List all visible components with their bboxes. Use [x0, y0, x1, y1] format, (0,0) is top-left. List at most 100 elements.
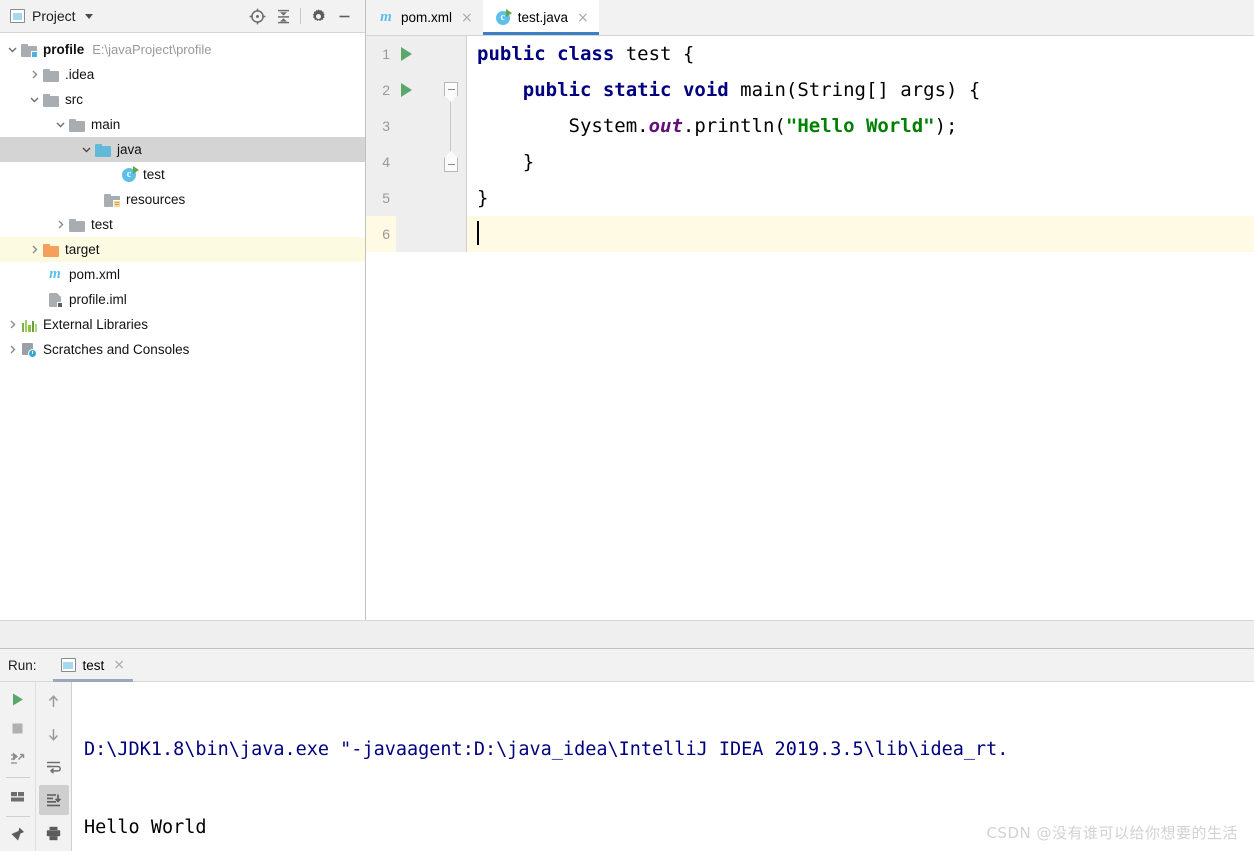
gutter-run-area[interactable] [396, 180, 436, 216]
line-number: 4 [366, 144, 396, 180]
static-field-out: out [648, 115, 683, 137]
line-number: 2 [366, 72, 396, 108]
keyword-public: public [477, 43, 546, 65]
fold-gutter[interactable] [436, 180, 467, 216]
tree-item-external-libraries[interactable]: External Libraries [0, 312, 365, 337]
arrow-down-icon[interactable] [39, 719, 69, 749]
folder-icon [43, 67, 60, 83]
project-window-icon [10, 9, 25, 23]
fold-collapse-icon[interactable] [444, 82, 458, 96]
tree-item-label: main [91, 117, 121, 132]
code-text: main(String[] args) { [728, 79, 981, 101]
module-folder-icon [21, 42, 38, 58]
tree-item-profile[interactable]: profile E:\javaProject\profile [0, 37, 365, 62]
tree-item-label: target [65, 242, 100, 257]
minimize-icon[interactable] [331, 4, 357, 28]
gutter-run-area[interactable] [396, 144, 436, 180]
code-text: .println( [682, 115, 786, 137]
locate-in-tree-icon[interactable] [244, 4, 270, 28]
run-tab-test[interactable]: test × [52, 649, 134, 682]
chevron-down-icon[interactable] [4, 44, 21, 55]
tree-item-target[interactable]: target [0, 237, 365, 262]
collapse-all-icon[interactable] [270, 4, 296, 28]
chevron-right-icon[interactable] [4, 319, 21, 330]
keyword-class: class [557, 43, 615, 65]
stop-icon[interactable] [3, 715, 33, 741]
code-row-3: 3 System.out.println("Hello World"); [366, 108, 1254, 144]
tree-item-test-class[interactable]: c test [0, 162, 365, 187]
chevron-right-icon[interactable] [4, 344, 21, 355]
gear-icon[interactable] [305, 4, 331, 28]
scroll-to-end-icon[interactable] [38, 785, 69, 815]
tree-item-main[interactable]: main [0, 112, 365, 137]
run-toolbar-left [0, 682, 36, 851]
tree-item-scratches-consoles[interactable]: Scratches and Consoles [0, 337, 365, 362]
tab-label: test.java [517, 10, 569, 25]
intellij-idea-window: Project profile E:\javaProject\profile .… [0, 0, 1254, 851]
tree-item-label: profile [43, 42, 85, 57]
keyword-public: public [522, 79, 592, 101]
project-header-buttons [244, 4, 357, 28]
tree-item-profile-iml[interactable]: profile.iml [0, 287, 365, 312]
project-tool-window: Project profile E:\javaProject\profile .… [0, 0, 366, 648]
code-text: } [477, 187, 489, 209]
tab-test-java[interactable]: c test.java × [482, 0, 599, 35]
close-icon[interactable]: × [461, 11, 473, 25]
chevron-down-icon[interactable] [52, 119, 69, 130]
tree-item-java[interactable]: java [0, 137, 365, 162]
gutter-run-area[interactable] [396, 72, 436, 108]
tree-item-pom-xml[interactable]: m pom.xml [0, 262, 365, 287]
pin-icon[interactable] [3, 822, 33, 848]
line-number: 6 [366, 216, 396, 252]
code-line-4: } [467, 144, 1254, 180]
tree-item-test-folder[interactable]: test [0, 212, 365, 237]
resume-icon[interactable] [3, 745, 33, 771]
chevron-down-icon[interactable] [26, 94, 43, 105]
chevron-down-icon[interactable] [84, 13, 93, 19]
project-panel-bottom-strip [0, 620, 366, 648]
tab-label: pom.xml [401, 10, 453, 25]
print-icon[interactable] [39, 818, 69, 848]
maven-icon: m [49, 265, 61, 282]
close-icon[interactable]: × [113, 658, 125, 672]
gutter-run-area[interactable] [396, 108, 436, 144]
editor-horizontal-scrollbar[interactable] [366, 620, 1254, 648]
line-number: 1 [366, 36, 396, 72]
tree-item-label: test [91, 217, 113, 232]
run-config-icon [60, 658, 76, 672]
editor-tabs-bar: m pom.xml × c test.java × [366, 0, 1254, 36]
arrow-up-icon[interactable] [39, 686, 69, 716]
gutter-run-area[interactable] [396, 36, 436, 72]
run-tab-label: test [82, 657, 105, 673]
tree-item-resources[interactable]: resources [0, 187, 365, 212]
fold-gutter[interactable] [436, 36, 467, 72]
fold-gutter[interactable] [436, 108, 467, 144]
layout-icon[interactable] [3, 783, 33, 809]
iml-file-icon [47, 292, 64, 308]
code-row-5: 5 } [366, 180, 1254, 216]
fold-gutter[interactable] [436, 144, 467, 180]
tree-item-src[interactable]: src [0, 87, 365, 112]
toolbar-divider [5, 815, 30, 817]
fold-gutter[interactable] [436, 72, 467, 108]
chevron-right-icon[interactable] [26, 244, 43, 255]
code-editor[interactable]: 1 public class test { 2 public static vo… [366, 36, 1254, 648]
chevron-right-icon[interactable] [52, 219, 69, 230]
chevron-right-icon[interactable] [26, 69, 43, 80]
fold-collapse-end-icon[interactable] [444, 158, 458, 172]
project-title-group[interactable]: Project [10, 8, 244, 24]
fold-gutter[interactable] [436, 216, 467, 252]
tree-item-idea[interactable]: .idea [0, 62, 365, 87]
folder-icon [69, 217, 86, 233]
run-panel-header: Run: test × [0, 649, 1254, 682]
gutter-run-area[interactable] [396, 216, 436, 252]
run-triangle-icon[interactable] [401, 83, 412, 97]
tab-pom-xml[interactable]: m pom.xml × [366, 0, 483, 35]
rerun-icon[interactable] [3, 686, 33, 712]
close-icon[interactable]: × [577, 11, 589, 25]
module-path-note: E:\javaProject\profile [92, 42, 212, 57]
soft-wrap-icon[interactable] [39, 752, 69, 782]
chevron-down-icon[interactable] [78, 144, 95, 155]
run-triangle-icon[interactable] [401, 47, 412, 61]
code-row-6: 6 [366, 216, 1254, 252]
